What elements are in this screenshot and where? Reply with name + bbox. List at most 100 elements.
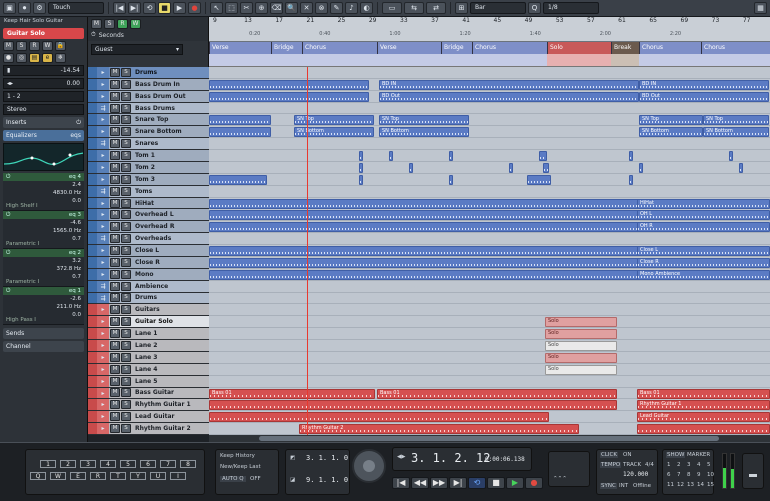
track-name[interactable]: Bass Drum Out bbox=[131, 93, 186, 100]
eq-band-type[interactable]: High Shelf I bbox=[6, 203, 38, 209]
marker-number-button[interactable]: 2 bbox=[677, 462, 681, 468]
audio-event[interactable] bbox=[209, 246, 639, 257]
audio-event[interactable]: Rhythm Guitar 2 bbox=[299, 424, 579, 435]
track-lane[interactable]: Close R bbox=[209, 257, 770, 269]
track-row[interactable]: ▸ M S Drums bbox=[88, 67, 209, 79]
draw-tool-icon[interactable]: ✎ bbox=[330, 2, 343, 14]
track-lane[interactable] bbox=[209, 150, 770, 162]
track-type-icon[interactable]: ▸ bbox=[97, 197, 109, 209]
track-name[interactable]: Bass Drums bbox=[131, 105, 175, 112]
primary-position[interactable]: 3. 1. 2. 12 bbox=[411, 451, 490, 465]
horizontal-scrollbar[interactable] bbox=[209, 435, 770, 442]
track-solo-button[interactable]: S bbox=[121, 115, 131, 125]
global-read-button[interactable]: R bbox=[117, 19, 128, 29]
track-mute-button[interactable]: M bbox=[110, 91, 120, 101]
audio-event[interactable] bbox=[409, 162, 413, 173]
track-solo-button[interactable]: S bbox=[121, 257, 131, 267]
scrollbar-thumb[interactable] bbox=[259, 436, 719, 441]
track-row[interactable]: ▸ M S Bass Drum Out bbox=[88, 90, 209, 103]
audio-event[interactable] bbox=[209, 269, 639, 280]
record-transport-button[interactable]: ● bbox=[525, 477, 543, 489]
audio-event[interactable]: SN Bottom bbox=[379, 127, 469, 138]
track-mute-button[interactable]: M bbox=[110, 376, 120, 386]
show-button[interactable]: SHOW bbox=[666, 452, 686, 458]
marker-number-button[interactable]: 5 bbox=[707, 462, 711, 468]
eq-band-q[interactable]: 0.7 bbox=[72, 274, 81, 280]
go-to-end-transport-button[interactable]: ▶| bbox=[449, 477, 467, 489]
audio-event[interactable]: BD Out bbox=[639, 91, 769, 102]
track-mute-button[interactable]: M bbox=[110, 103, 120, 113]
eq-band-q[interactable]: 0.0 bbox=[72, 312, 81, 318]
eq-band-gain[interactable]: 2.4 bbox=[72, 182, 81, 188]
track-type-icon[interactable]: ▸ bbox=[97, 78, 109, 90]
sync-button[interactable]: SYNC bbox=[600, 483, 617, 489]
go-to-end-button[interactable]: ▶| bbox=[128, 2, 141, 14]
audio-event[interactable] bbox=[527, 174, 551, 185]
inserts-section[interactable]: Inserts ⏻ bbox=[3, 117, 84, 128]
track-mute-button[interactable]: M bbox=[110, 174, 120, 184]
marker-number-button[interactable]: 15 bbox=[707, 482, 714, 488]
track-solo-button[interactable]: S bbox=[121, 281, 131, 291]
track-type-icon[interactable]: ▸ bbox=[97, 423, 109, 434]
track-name[interactable]: Close R bbox=[131, 259, 160, 266]
range-tool-icon[interactable]: ⬚ bbox=[225, 2, 238, 14]
marker-number-button[interactable]: 8 bbox=[687, 472, 691, 478]
audio-event[interactable]: Close R bbox=[637, 257, 770, 268]
eq-band-header[interactable]: ⏻ eq 3 bbox=[3, 211, 84, 219]
track-row[interactable]: ▸ M S Bass Guitar bbox=[88, 387, 209, 400]
track-type-icon[interactable]: ▸ bbox=[97, 411, 109, 423]
rewind-button[interactable]: ◀◀ bbox=[411, 477, 429, 489]
audio-event[interactable]: BD Out bbox=[379, 91, 639, 102]
audio-event[interactable]: Lead Guitar bbox=[637, 412, 770, 423]
track-mute-button[interactable]: M bbox=[110, 139, 120, 149]
track-name[interactable]: Drums bbox=[131, 69, 157, 76]
track-lane[interactable]: Bass 01 Bass 01 Bass 01 bbox=[209, 388, 770, 400]
audio-event[interactable] bbox=[209, 412, 549, 423]
audio-event[interactable]: Bass 01 bbox=[209, 388, 375, 399]
eq-band-type[interactable]: Parametric I bbox=[6, 279, 39, 285]
virtual-keyboard[interactable]: 12345678 QWERTYUI bbox=[25, 449, 205, 495]
audio-event[interactable] bbox=[629, 174, 633, 185]
track-row[interactable]: ▸ M S Guitars bbox=[88, 304, 209, 317]
cycle-transport-button[interactable]: ⟲ bbox=[468, 477, 486, 489]
track-name[interactable]: Lane 2 bbox=[131, 342, 157, 349]
track-type-icon[interactable]: ▸ bbox=[97, 316, 109, 328]
audio-event[interactable]: BD IN bbox=[639, 79, 769, 90]
track-lane[interactable] bbox=[209, 304, 770, 317]
audio-event[interactable] bbox=[739, 162, 743, 173]
track-row[interactable]: ▸ M S Lane 1 bbox=[88, 328, 209, 341]
track-lane[interactable] bbox=[209, 293, 770, 305]
track-type-icon[interactable]: ▸ bbox=[97, 328, 109, 340]
virtual-key[interactable]: 5 bbox=[120, 460, 136, 468]
track-mute-button[interactable]: M bbox=[110, 151, 120, 161]
forward-button[interactable]: ▶▶ bbox=[430, 477, 448, 489]
constrain-delay-button[interactable]: ⏺ bbox=[18, 2, 31, 14]
punch-out-icon[interactable]: ◪ bbox=[290, 477, 295, 483]
track-solo-button[interactable]: S bbox=[121, 388, 131, 398]
quantize-presets-combo[interactable]: 1/8 bbox=[543, 2, 599, 14]
audio-event[interactable] bbox=[639, 162, 643, 173]
solo-button[interactable]: S bbox=[16, 41, 27, 51]
track-lane[interactable]: SN Bottom SN Bottom SN Bottom SN Bottom bbox=[209, 126, 770, 139]
track-name[interactable]: HiHat bbox=[131, 200, 154, 207]
virtual-key[interactable]: E bbox=[70, 472, 86, 480]
cycle-button[interactable]: ⟲ bbox=[143, 2, 156, 14]
eq-band-q[interactable]: 0.7 bbox=[72, 236, 81, 242]
virtual-key[interactable]: 1 bbox=[40, 460, 56, 468]
inserts-bypass-icon[interactable]: ⏻ bbox=[76, 117, 81, 128]
track-name[interactable]: Lane 4 bbox=[131, 366, 157, 373]
track-mute-button[interactable]: M bbox=[110, 79, 120, 89]
track-mute-button[interactable]: M bbox=[110, 127, 120, 137]
track-solo-button[interactable]: S bbox=[121, 174, 131, 184]
position-nudge-icon[interactable]: ◀▶ bbox=[397, 454, 405, 460]
virtual-key[interactable]: W bbox=[50, 472, 66, 480]
audio-event[interactable]: SN Top bbox=[703, 115, 769, 126]
marker-number-button[interactable]: 12 bbox=[677, 482, 684, 488]
jog-wheel[interactable] bbox=[352, 449, 386, 483]
arranger-marker[interactable]: Verse bbox=[209, 42, 271, 54]
track-name[interactable]: Rhythm Guitar 2 bbox=[131, 425, 191, 432]
track-solo-button[interactable]: S bbox=[121, 293, 131, 303]
track-type-icon[interactable]: ▸ bbox=[97, 173, 109, 185]
audio-event[interactable]: Bass 01 bbox=[377, 388, 617, 399]
track-solo-button[interactable]: S bbox=[121, 400, 131, 410]
